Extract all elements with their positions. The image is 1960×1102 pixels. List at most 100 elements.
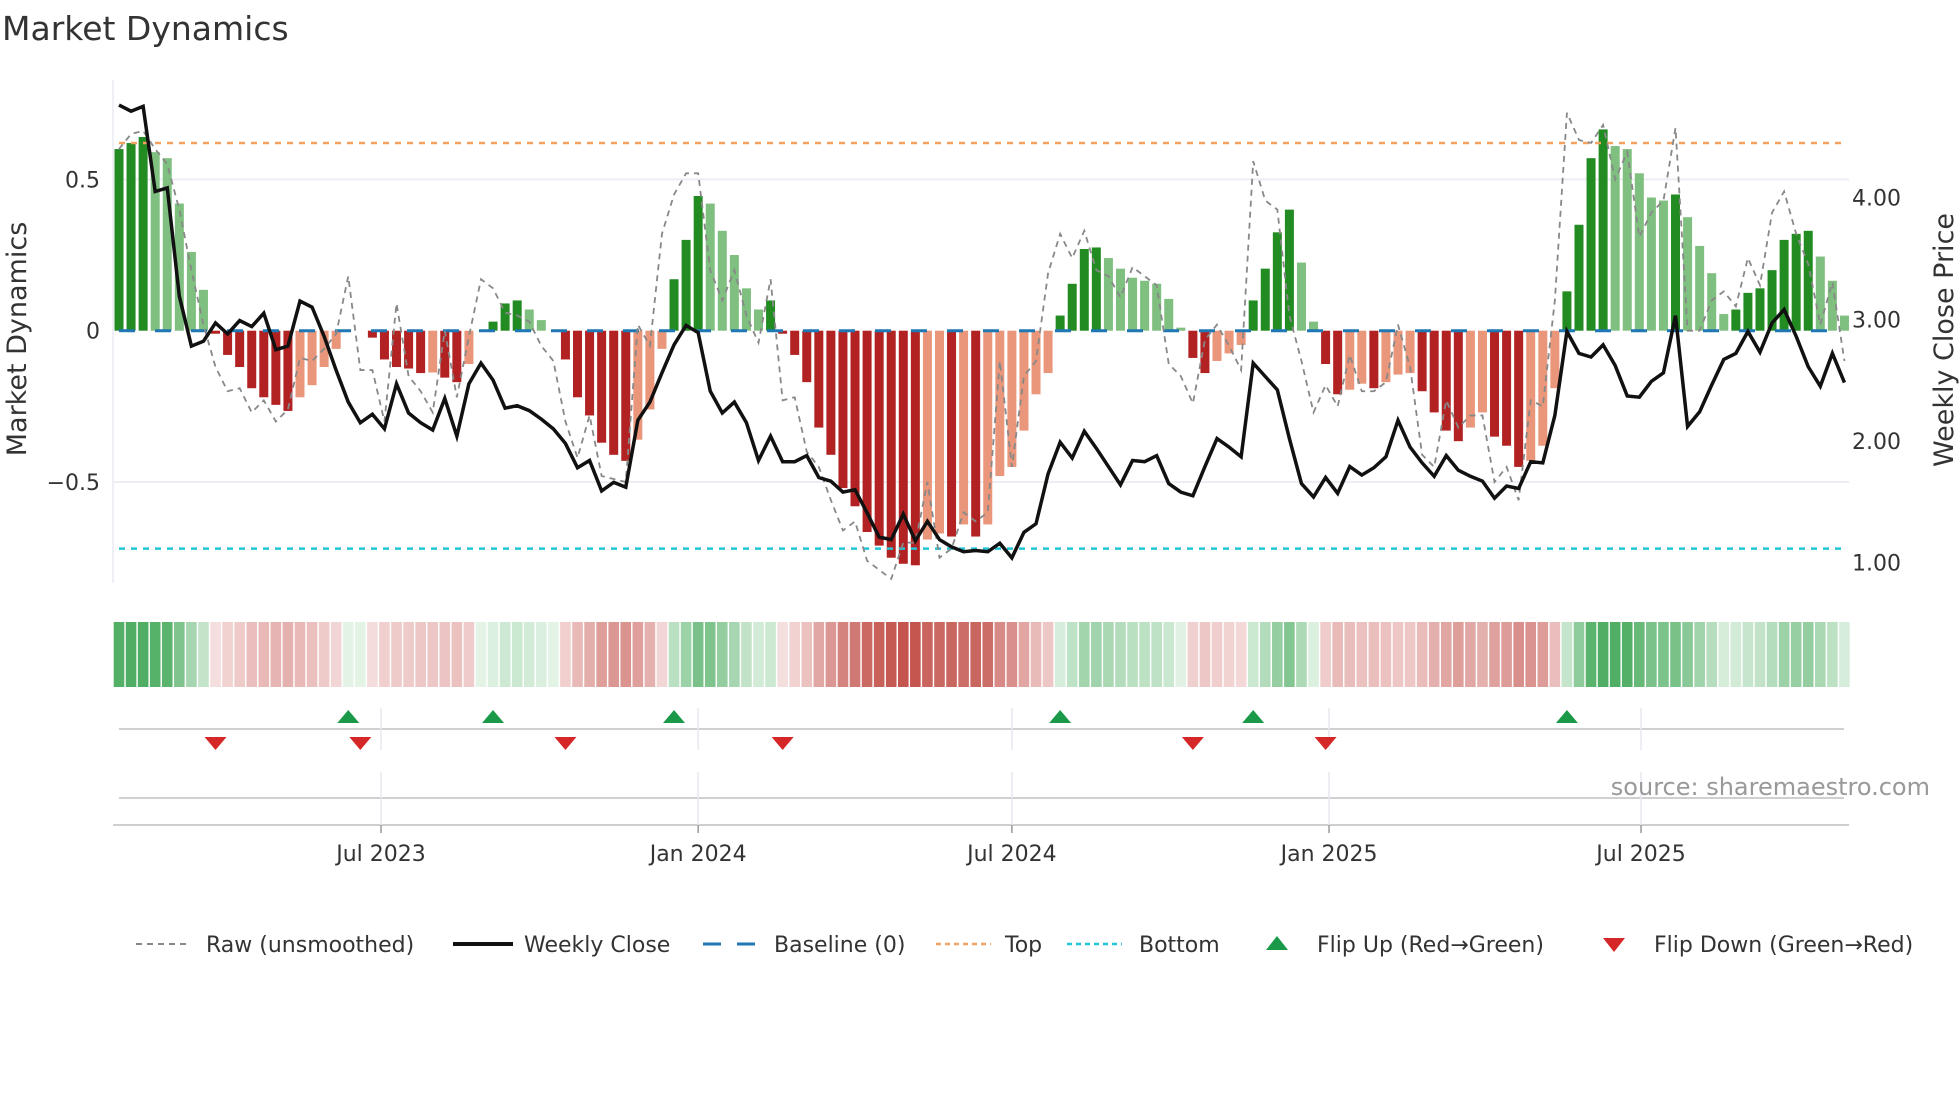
momentum-bar bbox=[947, 330, 957, 537]
heat-cell bbox=[1018, 622, 1030, 687]
heat-cell bbox=[632, 622, 644, 687]
momentum-bar bbox=[838, 330, 848, 489]
momentum-bar bbox=[1321, 330, 1331, 364]
momentum-bar bbox=[1260, 268, 1270, 331]
momentum-bar bbox=[814, 330, 824, 428]
heat-cell bbox=[1742, 622, 1754, 687]
momentum-bar bbox=[657, 330, 667, 349]
heat-cell bbox=[282, 622, 294, 687]
momentum-bar bbox=[573, 330, 583, 398]
heat-cell bbox=[1730, 622, 1742, 687]
heat-cell bbox=[1392, 622, 1404, 687]
heat-cell bbox=[125, 622, 137, 687]
x-tick-label: Jan 2024 bbox=[648, 842, 747, 867]
momentum-bar bbox=[1248, 300, 1258, 331]
momentum-bar bbox=[1043, 330, 1053, 374]
left-tick-label: 0.5 bbox=[65, 168, 100, 193]
heat-cell bbox=[137, 622, 149, 687]
heat-cell bbox=[1272, 622, 1283, 687]
heat-cell bbox=[1621, 622, 1633, 687]
heat-cell bbox=[1187, 622, 1199, 687]
momentum-bar bbox=[211, 330, 221, 334]
momentum-bar bbox=[1188, 330, 1198, 358]
heat-cell bbox=[753, 622, 764, 687]
heat-cell bbox=[342, 622, 354, 687]
heat-cell bbox=[113, 622, 125, 687]
momentum-bar bbox=[1140, 280, 1150, 331]
heat-cell bbox=[717, 622, 728, 687]
heat-cell bbox=[656, 622, 668, 687]
source-note: source: sharemaestro.com bbox=[1611, 773, 1930, 801]
momentum-bar bbox=[1212, 330, 1222, 361]
momentum-bar bbox=[1658, 200, 1668, 331]
heat-cell bbox=[536, 622, 547, 687]
momentum-bar bbox=[1707, 273, 1717, 331]
heat-cell bbox=[475, 622, 487, 687]
heat-cell bbox=[668, 622, 680, 687]
heat-cell bbox=[149, 622, 161, 687]
heat-cell bbox=[1211, 622, 1223, 687]
heat-cell bbox=[1489, 622, 1500, 687]
momentum-bar bbox=[850, 330, 860, 507]
momentum-bar bbox=[1272, 232, 1282, 331]
heat-cell bbox=[572, 622, 583, 687]
heat-cell bbox=[861, 622, 873, 687]
heat-cell bbox=[970, 622, 981, 687]
momentum-bar bbox=[1731, 309, 1741, 331]
market-dynamics-chart: Market Dynamics Market Dynamics Weekly C… bbox=[2, 9, 1960, 958]
heat-cell bbox=[234, 622, 245, 687]
heat-cell bbox=[1151, 622, 1162, 687]
heat-cell bbox=[1163, 622, 1175, 687]
heat-cell bbox=[910, 622, 921, 687]
heat-cell bbox=[704, 622, 716, 687]
momentum-bar bbox=[1526, 330, 1536, 461]
heat-cell bbox=[294, 622, 306, 687]
momentum-bar bbox=[1115, 268, 1125, 331]
momentum-bar bbox=[597, 330, 607, 443]
legend: Raw (unsmoothed) Weekly Close Baseline (0)… bbox=[136, 933, 1913, 958]
heat-cell bbox=[355, 622, 366, 687]
legend-label: Raw (unsmoothed) bbox=[206, 933, 414, 958]
heat-cell bbox=[982, 622, 994, 687]
heat-cell bbox=[1827, 622, 1838, 687]
momentum-bar bbox=[1634, 173, 1644, 331]
heat-cell bbox=[1416, 622, 1428, 687]
momentum-bar bbox=[1695, 245, 1705, 331]
momentum-bar bbox=[1128, 277, 1138, 331]
momentum-bar bbox=[162, 158, 172, 331]
heat-cell bbox=[1199, 622, 1211, 687]
momentum-bar bbox=[126, 143, 136, 331]
momentum-bar bbox=[1079, 248, 1089, 331]
flip-up-marker bbox=[482, 710, 505, 723]
heat-cell bbox=[1694, 622, 1705, 687]
heat-cell bbox=[1042, 622, 1054, 687]
heat-cell bbox=[1235, 622, 1247, 687]
momentum-bar bbox=[826, 330, 836, 455]
heat-cell bbox=[1766, 622, 1778, 687]
heat-cell bbox=[1839, 622, 1850, 687]
heat-cell bbox=[1501, 622, 1512, 687]
heat-cell bbox=[1790, 622, 1802, 687]
momentum-bar bbox=[186, 251, 196, 331]
heat-cell bbox=[499, 622, 511, 687]
heat-cell bbox=[1006, 622, 1018, 687]
heat-cell bbox=[608, 622, 620, 687]
momentum-bar bbox=[1502, 330, 1512, 446]
heat-cell bbox=[1585, 622, 1597, 687]
heat-cell bbox=[789, 622, 800, 687]
heat-cell bbox=[1646, 622, 1657, 687]
flip-up-marker bbox=[1242, 710, 1265, 723]
x-tick-label: Jan 2025 bbox=[1279, 842, 1378, 867]
legend-label: Flip Down (Green→Red) bbox=[1654, 933, 1913, 958]
heat-cell bbox=[523, 622, 535, 687]
heat-cell bbox=[813, 622, 825, 687]
heat-cell bbox=[1718, 622, 1730, 687]
momentum-bar bbox=[1586, 158, 1596, 331]
legend-label: Baseline (0) bbox=[774, 933, 905, 958]
momentum-bar bbox=[1465, 330, 1475, 428]
momentum-bar bbox=[585, 330, 595, 416]
momentum-bar bbox=[753, 309, 763, 331]
heat-cell bbox=[777, 622, 788, 687]
momentum-bar bbox=[1453, 330, 1463, 442]
heat-cell bbox=[451, 622, 463, 687]
